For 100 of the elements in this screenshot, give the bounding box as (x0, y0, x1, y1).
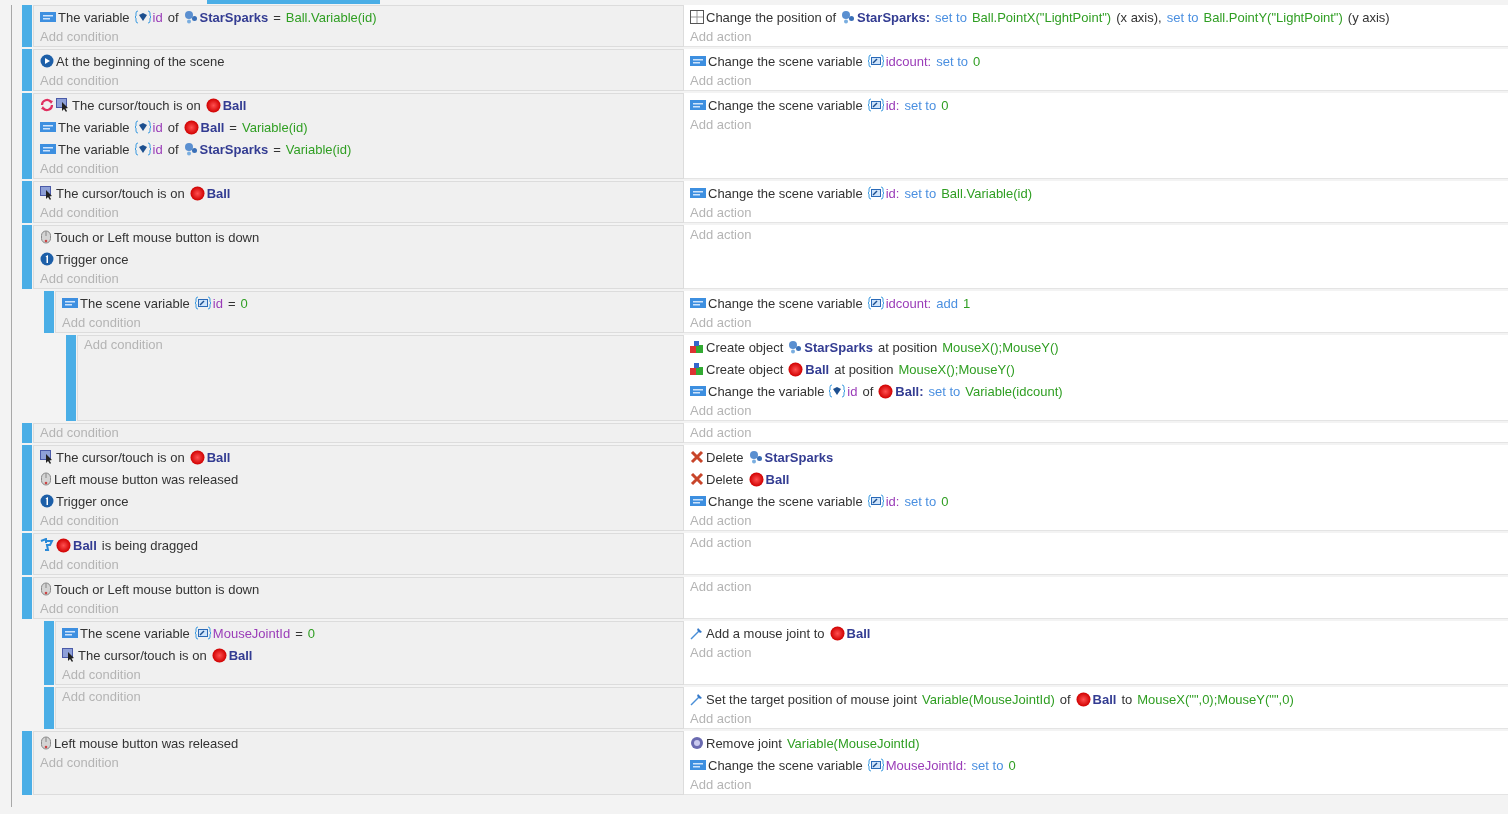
variable-icon (690, 495, 706, 507)
event-bar[interactable] (22, 49, 32, 91)
expression-value: MouseX();MouseY() (942, 339, 1059, 355)
event-text: Change the position of (706, 9, 837, 25)
ball-icon (748, 471, 764, 487)
add-condition-link[interactable]: Add condition (84, 336, 163, 354)
expression-value: Variable(MouseJointId) (786, 735, 920, 751)
add-action-link[interactable]: Add action (690, 644, 752, 662)
event-text: of (167, 9, 179, 25)
variable-name: id: (885, 97, 900, 113)
add-condition-link[interactable]: Add condition (40, 556, 119, 574)
add-action-link[interactable]: Add action (690, 72, 752, 90)
object-name: StarSparks (764, 449, 834, 465)
add-condition-link[interactable]: Add condition (40, 600, 119, 618)
add-action-link[interactable]: Add action (690, 314, 752, 332)
ball-icon (205, 97, 221, 113)
event-bar[interactable] (22, 731, 32, 795)
expression-value: 0 (307, 625, 315, 641)
operation-keyword: set to (904, 493, 937, 509)
event-text: Trigger once (56, 251, 129, 267)
event-text: Delete (706, 471, 744, 487)
expression-value: Ball.Variable(id) (285, 9, 377, 25)
variable-icon (690, 759, 706, 771)
add-condition-link[interactable]: Add condition (40, 424, 119, 442)
add-action-link[interactable]: Add action (690, 424, 752, 442)
add-action-link[interactable]: Add action (690, 204, 752, 222)
event-text: The variable (58, 119, 130, 135)
operation-keyword: set to (904, 97, 937, 113)
add-condition-link[interactable]: Add condition (40, 28, 119, 46)
event-bar[interactable] (22, 445, 32, 531)
add-condition-link[interactable]: Add condition (62, 688, 141, 706)
variable-name: id (212, 295, 223, 311)
event-text: The variable (58, 141, 130, 157)
event-text: The scene variable (80, 625, 190, 641)
variable-name: id (152, 141, 163, 157)
event-text: Create object (706, 361, 784, 377)
add-action-link[interactable]: Add action (690, 776, 752, 794)
event-text: Add a mouse joint to (706, 625, 825, 641)
add-condition-link[interactable]: Add condition (40, 270, 119, 288)
event-bar[interactable] (22, 423, 32, 443)
scene-variable-icon (867, 54, 884, 68)
event-text: of (167, 141, 179, 157)
event-text: Left mouse button was released (54, 471, 239, 487)
add-action-link[interactable]: Add action (690, 402, 752, 420)
add-condition-link[interactable]: Add condition (40, 72, 119, 90)
add-action-link[interactable]: Add action (690, 578, 752, 596)
add-action-link[interactable]: Add action (690, 116, 752, 134)
event-bar[interactable] (22, 93, 32, 179)
variable-icon (690, 187, 706, 199)
expression-value: Variable(id) (285, 141, 352, 157)
ball-icon (211, 647, 227, 663)
event-text: Touch or Left mouse button is down (54, 581, 260, 597)
event-text: The variable (58, 9, 130, 25)
add-action-link[interactable]: Add action (690, 710, 752, 728)
ball-icon (189, 449, 205, 465)
object-variable-icon (134, 142, 151, 156)
operation-keyword: set to (928, 383, 961, 399)
variable-icon (690, 55, 706, 67)
object-name: StarSparks: (857, 9, 931, 25)
variable-name: id (152, 119, 163, 135)
blocks-icon (690, 340, 704, 354)
delete-icon (690, 450, 704, 464)
event-text: Change the scene variable (708, 185, 863, 201)
event-bar[interactable] (22, 181, 32, 223)
add-condition-link[interactable]: Add condition (40, 754, 119, 772)
event-text: Set the target position of mouse joint (706, 691, 917, 707)
object-name: Ball (1092, 691, 1117, 707)
add-action-link[interactable]: Add action (690, 28, 752, 46)
event-bar[interactable] (22, 577, 32, 619)
add-condition-link[interactable]: Add condition (62, 666, 141, 684)
variable-name: id (152, 9, 163, 25)
event-text: (y axis) (1347, 9, 1390, 25)
add-condition-link[interactable]: Add condition (40, 160, 119, 178)
event-text: is being dragged (101, 537, 198, 553)
blocks-icon (690, 362, 704, 376)
add-condition-link[interactable]: Add condition (40, 204, 119, 222)
object-name: StarSparks (804, 339, 873, 355)
expression-value: Variable(id) (241, 119, 308, 135)
operation-keyword: set to (1166, 9, 1199, 25)
event-bar[interactable] (44, 291, 54, 333)
scene-variable-icon (194, 626, 211, 640)
add-action-link[interactable]: Add action (690, 226, 752, 244)
event-text: at position (878, 339, 938, 355)
event-bar[interactable] (22, 225, 32, 289)
mouse-icon (40, 582, 52, 596)
ball-icon (189, 185, 205, 201)
event-text: Touch or Left mouse button is down (54, 229, 260, 245)
event-text: At the beginning of the scene (56, 53, 225, 69)
event-text: of (862, 383, 874, 399)
event-bar[interactable] (44, 621, 54, 685)
event-text: Trigger once (56, 493, 129, 509)
expression-value: 0 (941, 493, 949, 509)
event-bar[interactable] (66, 335, 76, 421)
event-bar[interactable] (22, 5, 32, 47)
event-bar[interactable] (44, 687, 54, 729)
add-condition-link[interactable]: Add condition (40, 512, 119, 530)
add-condition-link[interactable]: Add condition (62, 314, 141, 332)
add-action-link[interactable]: Add action (690, 512, 752, 530)
event-bar[interactable] (22, 533, 32, 575)
add-action-link[interactable]: Add action (690, 534, 752, 552)
